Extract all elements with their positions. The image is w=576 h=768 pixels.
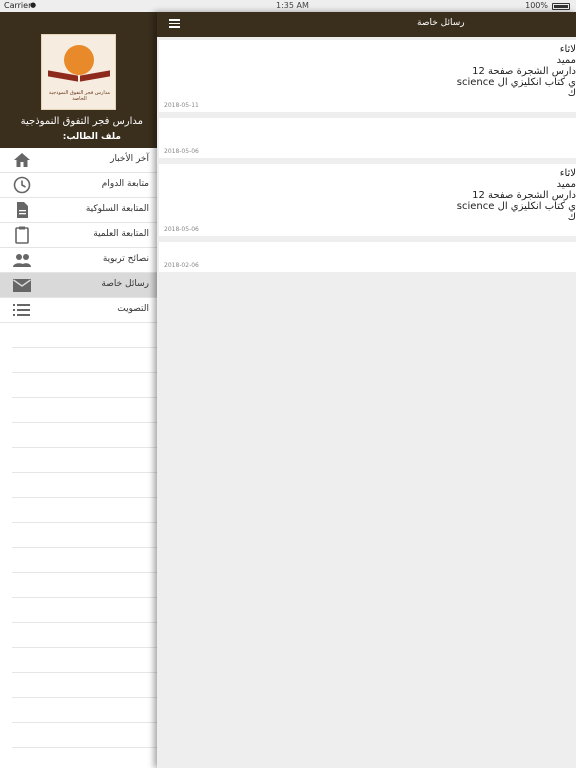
page-title: رسائل خاصة — [417, 18, 465, 28]
menu-item-label: آخر الأخبار — [110, 154, 149, 164]
status-time: 1:35 AM — [276, 1, 309, 10]
carrier-label: Carrier — [4, 1, 32, 10]
message-card[interactable]: لاثاء مميد دارس الشجرة صفحة 12 ي كتاب ان… — [159, 164, 576, 236]
menu-item-label: متابعة الدوام — [101, 179, 149, 189]
menu-item-behavior[interactable]: المتابعة السلوكية — [0, 198, 157, 223]
menu-item-private-messages[interactable]: رسائل خاصة — [0, 273, 157, 298]
message-line: ك — [567, 212, 576, 223]
status-bar: Carrier ● 1:35 AM 100% — [0, 0, 576, 12]
people-icon — [13, 254, 31, 267]
logo-text: مدارس فجر التفوق النموذجية الخاصة — [48, 90, 111, 102]
school-name: مدارس فجر التفوق النموذجية — [20, 116, 143, 127]
message-line: لاثاء — [559, 44, 576, 55]
message-card[interactable]: لاثاء مميد دارس الشجرة صفحة 12 ي كتاب ان… — [159, 40, 576, 112]
message-date: 2018-05-06 — [164, 226, 199, 233]
list-icon — [13, 304, 30, 316]
school-logo: مدارس فجر التفوق النموذجية الخاصة — [41, 34, 116, 110]
message-line: لاثاء — [559, 168, 576, 179]
message-card[interactable]: 2018-05-06 — [159, 118, 576, 158]
menu-item-educational-tips[interactable]: نصائح تربوية — [0, 248, 157, 273]
message-date: 2018-02-06 — [164, 262, 199, 269]
message-card[interactable]: 2018-02-06 — [159, 242, 576, 272]
message-date: 2018-05-06 — [164, 148, 199, 155]
menu-item-voting[interactable]: التصويت — [0, 298, 157, 323]
battery-icon — [552, 3, 570, 10]
empty-list-rows — [12, 323, 157, 768]
message-line: دارس الشجرة صفحة 12 — [472, 66, 576, 77]
battery-percent: 100% — [525, 1, 548, 10]
menu-item-latest-news[interactable]: آخر الأخبار — [0, 148, 157, 173]
message-line: دارس الشجرة صفحة 12 — [472, 190, 576, 201]
message-date: 2018-05-11 — [164, 102, 199, 109]
message-line: ي كتاب انكليزي ال science — [456, 77, 576, 88]
message-line: مميد — [556, 179, 576, 190]
menu-item-label: نصائح تربوية — [102, 254, 149, 264]
main-content: رسائل خاصة لاثاء مميد دارس الشجرة صفحة 1… — [157, 12, 576, 768]
student-profile-label[interactable]: ملف الطالب: — [21, 132, 121, 142]
message-line: ي كتاب انكليزي ال science — [456, 201, 576, 212]
menu-item-label: المتابعة العلمية — [93, 229, 149, 239]
drawer-header: مدارس فجر التفوق النموذجية الخاصة مدارس … — [0, 12, 157, 148]
mail-icon — [13, 279, 31, 292]
clock-icon — [13, 176, 31, 194]
menu-item-label: المتابعة السلوكية — [85, 204, 149, 214]
document-icon — [17, 202, 28, 218]
menu-item-attendance[interactable]: متابعة الدوام — [0, 173, 157, 198]
message-line: ك — [567, 88, 576, 99]
drawer-menu: آخر الأخبار متابعة الدوام المتابعة السلو… — [0, 148, 157, 323]
home-icon — [14, 153, 30, 167]
wifi-icon: ● — [30, 1, 37, 9]
navigation-drawer: مدارس فجر التفوق النموذجية الخاصة مدارس … — [0, 12, 157, 768]
clipboard-icon — [15, 226, 29, 244]
message-line: مميد — [556, 55, 576, 66]
menu-item-label: رسائل خاصة — [101, 279, 149, 289]
menu-icon[interactable] — [169, 19, 180, 28]
menu-item-label: التصويت — [117, 304, 149, 314]
app-bar: رسائل خاصة — [157, 12, 576, 37]
menu-item-academic[interactable]: المتابعة العلمية — [0, 223, 157, 248]
